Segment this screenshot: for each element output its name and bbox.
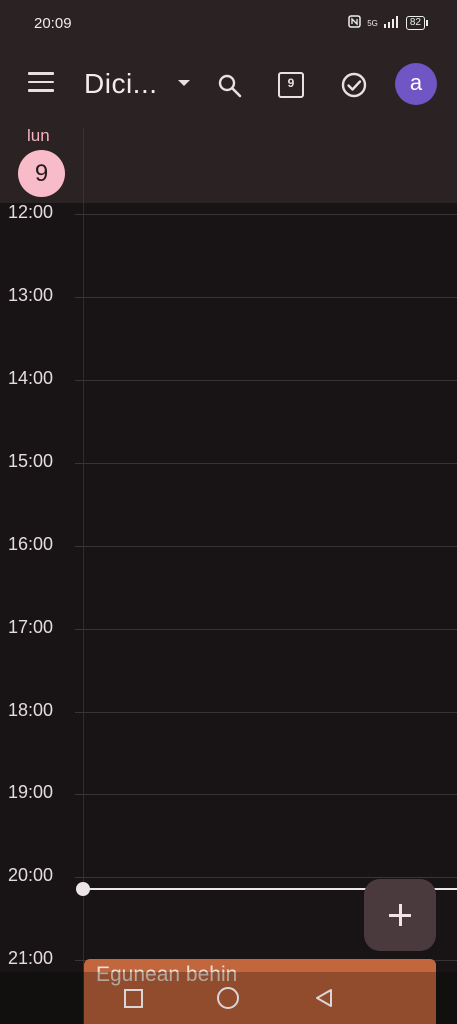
top-app-bar: Dici... 9 a [0,48,457,123]
current-time-dot [76,882,90,896]
chevron-down-icon[interactable] [178,80,190,86]
today-button-day: 9 [287,76,295,90]
hour-row: 14:00 [0,368,457,388]
status-time: 20:09 [34,15,72,32]
time-column-divider [83,203,84,1024]
hour-label: 12:00 [8,202,54,222]
hour-label: 13:00 [8,285,54,305]
status-icons: 5G 82 [348,15,429,31]
search-icon[interactable] [216,72,244,100]
hour-label: 20:00 [8,865,54,885]
menu-icon[interactable] [28,72,54,96]
day-header: lun 9 [0,123,457,203]
avatar[interactable]: a [395,63,437,105]
hour-line [75,877,457,878]
hour-row: 15:00 [0,451,457,471]
hour-label: 14:00 [8,368,54,388]
header-divider [83,128,84,203]
hour-row: 17:00 [0,617,457,637]
hour-label: 17:00 [8,617,54,637]
hour-label: 16:00 [8,534,54,554]
system-nav-bar [0,972,457,1024]
hour-label: 19:00 [8,782,54,802]
hour-row: 16:00 [0,534,457,554]
add-event-button[interactable] [364,879,436,951]
status-bar: 20:09 5G 82 [0,0,457,48]
hour-line [75,463,457,464]
day-number[interactable]: 9 [18,150,65,197]
hour-line [75,546,457,547]
hour-line [75,712,457,713]
hour-line [75,629,457,630]
hour-line [75,794,457,795]
home-circle-icon[interactable] [217,987,239,1009]
battery-icon: 82 [405,16,429,30]
hour-row: 18:00 [0,700,457,720]
back-triangle-icon[interactable] [313,987,335,1009]
hour-row: 19:00 [0,782,457,802]
recents-square-icon[interactable] [124,989,143,1008]
hour-line [75,380,457,381]
month-title[interactable]: Dici... [84,68,158,100]
hour-line [75,297,457,298]
weekday-label: lun [27,126,50,145]
nfc-icon [348,15,361,31]
hour-row: 20:00 [0,865,457,885]
signal-icon [383,15,400,31]
hour-row: 12:00 [0,202,457,222]
hour-label: 21:00 [8,948,54,968]
hour-label: 18:00 [8,700,54,720]
today-button[interactable]: 9 [278,72,304,98]
hour-label: 15:00 [8,451,54,471]
tasks-check-icon[interactable] [339,70,369,100]
hour-line [75,214,457,215]
network-label: 5G [367,18,378,28]
hour-row: 13:00 [0,285,457,305]
